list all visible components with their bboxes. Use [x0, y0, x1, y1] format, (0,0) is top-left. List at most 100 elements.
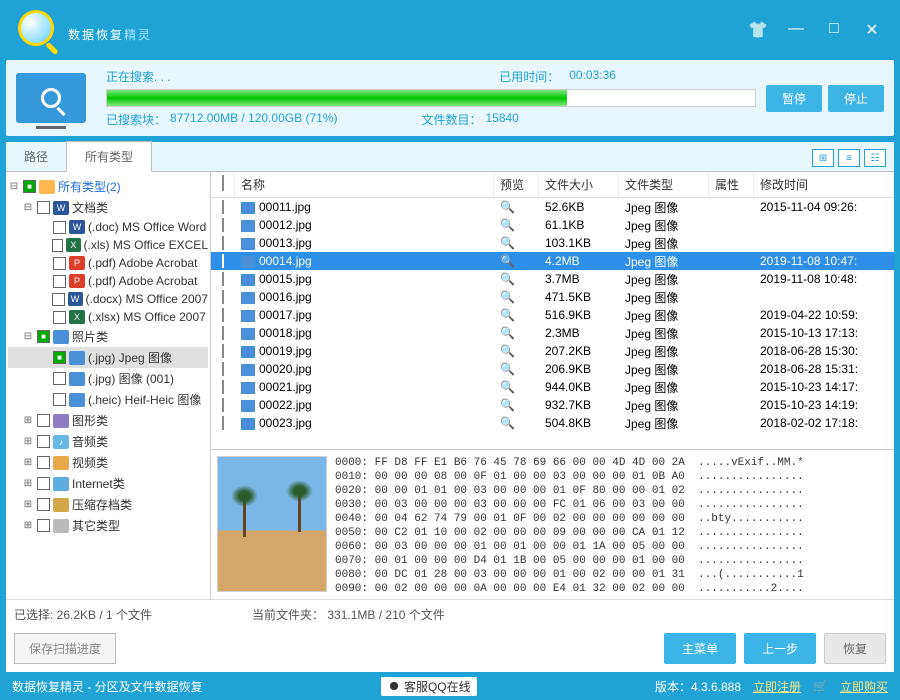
file-row[interactable]: 00022.jpg 🔍 932.7KB Jpeg 图像 2015-10-23 1…: [211, 396, 894, 414]
preview-icon[interactable]: 🔍: [500, 344, 515, 358]
file-checkbox[interactable]: [222, 236, 224, 250]
col-name[interactable]: 名称: [235, 172, 494, 197]
tabs-row: 路径 所有类型 ⊞ ≡ ☷: [6, 142, 894, 172]
file-checkbox[interactable]: [222, 200, 224, 214]
tree-jpg[interactable]: (.jpg) Jpeg 图像: [8, 347, 208, 368]
col-type[interactable]: 文件类型: [619, 172, 709, 197]
file-icon: [241, 364, 255, 376]
preview-icon[interactable]: 🔍: [500, 218, 515, 232]
preview-icon[interactable]: 🔍: [500, 380, 515, 394]
tree-heic[interactable]: (.heic) Heif-Heic 图像: [8, 389, 208, 410]
tree-internet[interactable]: ⊞Internet类: [8, 473, 208, 494]
stop-button[interactable]: 停止: [828, 85, 884, 112]
titlebar: 数据恢复精灵 👕 — □ ✕: [0, 0, 900, 60]
preview-icon[interactable]: 🔍: [500, 200, 515, 214]
preview-icon[interactable]: 🔍: [500, 416, 515, 430]
file-row[interactable]: 00014.jpg 🔍 4.2MB Jpeg 图像 2019-11-08 10:…: [211, 252, 894, 270]
save-progress-button[interactable]: 保存扫描进度: [14, 633, 116, 664]
maximize-button[interactable]: □: [824, 20, 844, 40]
preview-icon[interactable]: 🔍: [500, 362, 515, 376]
pause-button[interactable]: 暂停: [766, 85, 822, 112]
searched-label: 已搜索块：: [106, 111, 166, 128]
tree-root[interactable]: ⊟所有类型(2): [8, 176, 208, 197]
file-checkbox[interactable]: [222, 380, 224, 394]
searching-label: 正在搜索. . .: [106, 68, 171, 85]
recover-button[interactable]: 恢复: [824, 633, 886, 664]
file-row[interactable]: 00021.jpg 🔍 944.0KB Jpeg 图像 2015-10-23 1…: [211, 378, 894, 396]
file-row[interactable]: 00023.jpg 🔍 504.8KB Jpeg 图像 2018-02-02 1…: [211, 414, 894, 432]
buy-link[interactable]: 立即购买: [840, 678, 888, 695]
view-details-button[interactable]: ☷: [864, 149, 886, 167]
skin-icon[interactable]: 👕: [748, 20, 768, 40]
tree-jpg2[interactable]: (.jpg) 图像 (001): [8, 368, 208, 389]
preview-icon[interactable]: 🔍: [500, 290, 515, 304]
file-row[interactable]: 00020.jpg 🔍 206.9KB Jpeg 图像 2018-06-28 1…: [211, 360, 894, 378]
file-row[interactable]: 00015.jpg 🔍 3.7MB Jpeg 图像 2019-11-08 10:…: [211, 270, 894, 288]
view-list-button[interactable]: ≡: [838, 149, 860, 167]
tree-xlsx[interactable]: X(.xlsx) MS Office 2007: [8, 308, 208, 326]
tree-archive[interactable]: ⊞压缩存档类: [8, 494, 208, 515]
tree-audio[interactable]: ⊞♪音频类: [8, 431, 208, 452]
tree-pdf2[interactable]: P(.pdf) Adobe Acrobat: [8, 272, 208, 290]
col-mtime[interactable]: 修改时间: [754, 172, 894, 197]
hex-view: 0000: FF D8 FF E1 B6 76 45 78 69 66 00 0…: [335, 456, 888, 593]
preview-icon[interactable]: 🔍: [500, 254, 515, 268]
file-checkbox[interactable]: [222, 290, 224, 304]
preview-icon[interactable]: 🔍: [500, 326, 515, 340]
preview-icon[interactable]: 🔍: [500, 272, 515, 286]
tree-shapes[interactable]: ⊞图形类: [8, 410, 208, 431]
file-list[interactable]: 00011.jpg 🔍 52.6KB Jpeg 图像 2015-11-04 09…: [211, 198, 894, 449]
file-checkbox[interactable]: [222, 254, 224, 268]
file-checkbox[interactable]: [222, 416, 224, 430]
main-menu-button[interactable]: 主菜单: [664, 633, 736, 664]
file-checkbox[interactable]: [222, 398, 224, 412]
preview-icon[interactable]: 🔍: [500, 308, 515, 322]
progress-bar: [106, 89, 756, 107]
file-checkbox[interactable]: [222, 326, 224, 340]
close-button[interactable]: ✕: [862, 20, 882, 40]
preview-icon[interactable]: 🔍: [500, 398, 515, 412]
file-row[interactable]: 00016.jpg 🔍 471.5KB Jpeg 图像: [211, 288, 894, 306]
tree-pdf[interactable]: P(.pdf) Adobe Acrobat: [8, 254, 208, 272]
file-icon: [241, 238, 255, 250]
file-icon: [241, 346, 255, 358]
file-row[interactable]: 00018.jpg 🔍 2.3MB Jpeg 图像 2015-10-13 17:…: [211, 324, 894, 342]
file-checkbox[interactable]: [222, 344, 224, 358]
file-row[interactable]: 00012.jpg 🔍 61.1KB Jpeg 图像: [211, 216, 894, 234]
select-all-checkbox[interactable]: [222, 175, 224, 191]
app-title: 数据恢复精灵: [68, 15, 152, 46]
prev-button[interactable]: 上一步: [744, 633, 816, 664]
file-row[interactable]: 00011.jpg 🔍 52.6KB Jpeg 图像 2015-11-04 09…: [211, 198, 894, 216]
file-checkbox[interactable]: [222, 362, 224, 376]
file-row[interactable]: 00019.jpg 🔍 207.2KB Jpeg 图像 2018-06-28 1…: [211, 342, 894, 360]
tree-docx[interactable]: W(.docx) MS Office 2007: [8, 290, 208, 308]
col-preview[interactable]: 预览: [494, 172, 539, 197]
tree-docs[interactable]: ⊟W文档类: [8, 197, 208, 218]
file-row[interactable]: 00017.jpg 🔍 516.9KB Jpeg 图像 2019-04-22 1…: [211, 306, 894, 324]
qq-support-button[interactable]: 客服QQ在线: [381, 677, 477, 696]
minimize-button[interactable]: —: [786, 20, 806, 40]
tree-video[interactable]: ⊞视频类: [8, 452, 208, 473]
tree-xls[interactable]: X(.xls) MS Office EXCEL: [8, 236, 208, 254]
file-checkbox[interactable]: [222, 218, 224, 232]
col-size[interactable]: 文件大小: [539, 172, 619, 197]
register-link[interactable]: 立即注册: [753, 678, 801, 695]
type-tree[interactable]: ⊟所有类型(2) ⊟W文档类 W(.doc) MS Office Word X(…: [6, 172, 211, 599]
tree-other[interactable]: ⊞其它类型: [8, 515, 208, 536]
preview-thumbnail: [217, 456, 327, 592]
col-attr[interactable]: 属性: [709, 172, 754, 197]
view-icons-button[interactable]: ⊞: [812, 149, 834, 167]
preview-icon[interactable]: 🔍: [500, 236, 515, 250]
file-icon: [241, 220, 255, 232]
file-icon: [241, 310, 255, 322]
file-row[interactable]: 00013.jpg 🔍 103.1KB Jpeg 图像: [211, 234, 894, 252]
status-folder: 当前文件夹： 331.1MB / 210 个文件: [252, 606, 445, 623]
tab-path[interactable]: 路径: [6, 142, 66, 171]
tree-photos[interactable]: ⊟照片类: [8, 326, 208, 347]
file-checkbox[interactable]: [222, 308, 224, 322]
tree-doc[interactable]: W(.doc) MS Office Word: [8, 218, 208, 236]
file-checkbox[interactable]: [222, 272, 224, 286]
footer-title: 数据恢复精灵 - 分区及文件数据恢复: [12, 678, 203, 695]
tab-all-types[interactable]: 所有类型: [66, 141, 152, 172]
file-icon: [241, 328, 255, 340]
